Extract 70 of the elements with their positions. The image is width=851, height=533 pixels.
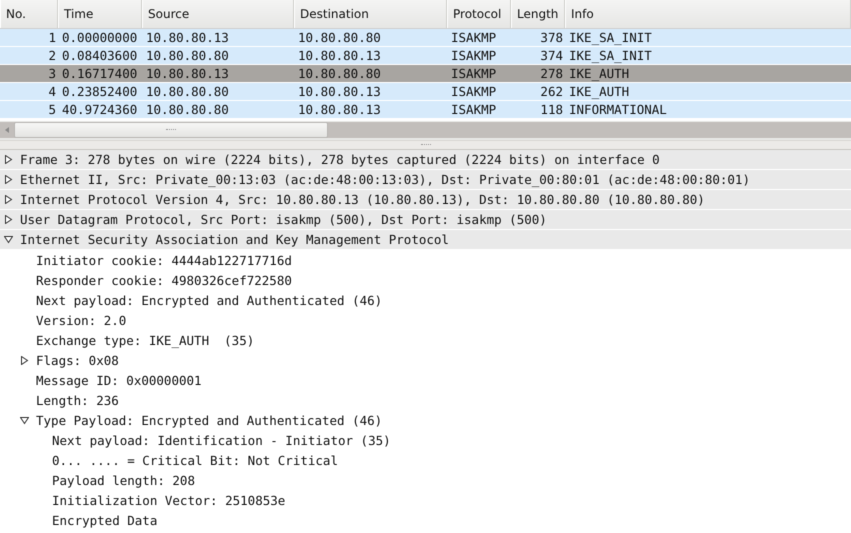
table-cell: 40.9724360 [62,102,138,117]
table-cell: 10.80.80.13 [298,102,381,117]
table-cell: ISAKMP [451,30,496,45]
tree-item[interactable]: Version: 2.0 [32,312,126,328]
tree-item[interactable]: Payload length: 208 [48,472,195,488]
column-header[interactable]: Source [142,0,294,28]
table-cell: 10.80.80.80 [146,84,229,99]
table-cell: IKE_AUTH [569,66,630,81]
table-cell: INFORMATIONAL [569,102,667,117]
tree-item[interactable]: Next payload: Encrypted and Authenticated (46) [32,292,382,308]
table-cell: 10.80.80.80 [146,48,229,63]
table-cell: IKE_SA_INIT [569,48,652,63]
table-cell: 10.80.80.80 [298,30,381,45]
table-cell: 278 [540,66,563,81]
scrollbar-thumb[interactable] [14,122,328,138]
column-header[interactable]: No. [0,0,58,28]
tree-item[interactable]: Length: 236 [32,392,119,408]
collapsed-triangle-icon[interactable] [4,175,13,184]
table-cell: 10.80.80.80 [298,66,381,81]
table-cell: 1 [48,30,56,45]
packet-row[interactable]: 4 0.23852400 10.80.80.80 10.80.80.13 ISAKMP 262 IKE_AUTH [0,83,851,101]
packet-row[interactable]: 5 40.9724360 10.80.80.80 10.80.80.13 ISAKMP 118 INFORMATIONAL [0,101,851,119]
packet-row[interactable]: 3 0.16717400 10.80.80.13 10.80.80.80 ISAKMP 278 IKE_AUTH [0,65,851,83]
table-cell: 10.80.80.13 [146,66,229,81]
tree-item[interactable]: Exchange type: IKE_AUTH (35) [32,332,254,348]
expanded-triangle-icon[interactable] [20,416,29,424]
table-cell: 262 [540,84,563,99]
table-cell: 10.80.80.80 [146,102,229,117]
table-cell: ISAKMP [451,102,496,117]
table-cell: 374 [540,48,563,63]
table-cell: IKE_AUTH [569,84,630,99]
tree-item[interactable]: Next payload: Identification - Initiator (35) [48,432,391,448]
tree-item[interactable]: Initialization Vector: 2510853e [48,492,286,508]
table-cell: 0.08403600 [62,48,138,63]
packet-row[interactable]: 2 0.08403600 10.80.80.80 10.80.80.13 ISAKMP 374 IKE_SA_INIT [0,47,851,65]
table-cell: 10.80.80.13 [298,48,381,63]
table-cell: 4 [48,84,56,99]
tree-item[interactable]: Responder cookie: 4980326cef722580 [32,272,292,288]
table-cell: ISAKMP [451,66,496,81]
table-cell: 0.00000000 [62,30,138,45]
table-cell: 0.16717400 [62,66,138,81]
table-cell: ISAKMP [451,48,496,63]
table-cell: ISAKMP [451,84,496,99]
column-header[interactable]: Destination [294,0,447,28]
tree-item[interactable]: Message ID: 0x00000001 [32,372,202,388]
horizontal-scrollbar[interactable] [0,122,851,138]
tree-item[interactable]: 0... .... = Critical Bit: Not Critical [48,452,338,468]
collapsed-triangle-icon[interactable] [4,195,13,204]
table-cell: IKE_SA_INIT [569,30,652,45]
column-header[interactable]: Protocol [447,0,511,28]
table-cell: 118 [540,102,563,117]
packet-row[interactable]: 1 0.00000000 10.80.80.13 10.80.80.80 ISAKMP 378 IKE_SA_INIT [0,29,851,47]
tree-item[interactable]: Flags: 0x08 [32,352,119,368]
column-header[interactable]: Time [58,0,142,28]
collapsed-triangle-icon[interactable] [4,215,13,224]
table-cell: 10.80.80.13 [298,84,381,99]
column-header[interactable]: Info [565,0,851,28]
table-cell: 3 [48,66,56,81]
tree-item[interactable]: Initiator cookie: 4444ab122717716d [32,252,292,268]
expanded-triangle-icon[interactable] [4,235,13,244]
table-cell: 5 [48,102,56,117]
column-header[interactable]: Length [511,0,565,28]
tree-item[interactable]: Encrypted Data [48,512,158,528]
tree-item[interactable]: Type Payload: Encrypted and Authenticated (46) [32,412,382,428]
table-cell: 10.80.80.13 [146,30,229,45]
collapsed-triangle-icon[interactable] [20,356,29,364]
table-cell: 0.23852400 [62,84,138,99]
table-cell: 2 [48,48,56,63]
collapsed-triangle-icon[interactable] [4,155,13,164]
table-cell: 378 [540,30,563,45]
